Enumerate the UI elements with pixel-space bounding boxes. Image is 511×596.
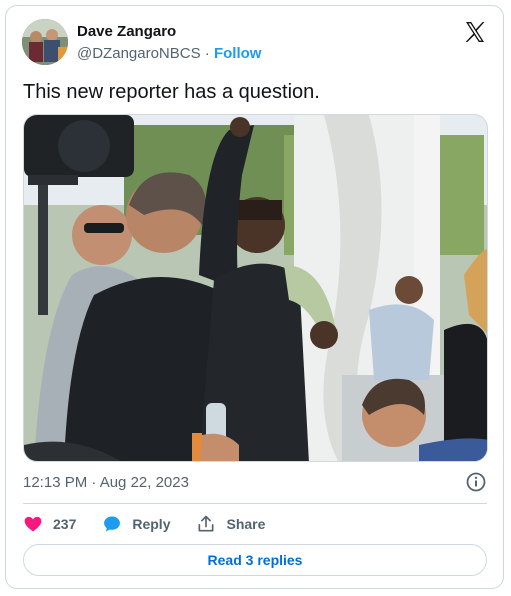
like-count: 237	[53, 516, 77, 532]
author-handle-row: @DZangaroNBCS · Follow	[77, 45, 261, 62]
author-name[interactable]: Dave Zangaro	[77, 23, 176, 40]
action-bar: 237 Reply Share	[23, 512, 291, 536]
tweet-photo[interactable]	[23, 114, 488, 462]
tweet-card: Dave Zangaro @DZangaroNBCS · Follow This…	[5, 5, 504, 589]
like-button[interactable]: 237	[23, 514, 76, 534]
divider	[23, 503, 487, 504]
author-handle[interactable]: @DZangaroNBCS	[77, 45, 201, 62]
handle-separator: ·	[204, 45, 210, 62]
reply-button[interactable]: Reply	[102, 514, 170, 534]
follow-button[interactable]: Follow	[214, 45, 262, 62]
tweet-text: This new reporter has a question.	[23, 81, 320, 103]
heart-icon	[24, 516, 42, 532]
tweet-timestamp[interactable]: 12:13 PM · Aug 22, 2023	[23, 474, 189, 491]
reply-label: Reply	[132, 516, 171, 532]
x-logo-icon[interactable]	[463, 20, 487, 44]
info-icon[interactable]	[465, 471, 487, 493]
author-avatar[interactable]	[22, 19, 68, 65]
speech-bubble-icon	[104, 516, 121, 532]
share-button[interactable]: Share	[196, 514, 265, 534]
avatar-photo	[22, 19, 68, 65]
read-replies-button[interactable]: Read 3 replies	[23, 544, 487, 576]
share-label: Share	[226, 516, 266, 532]
share-upload-icon	[198, 515, 214, 532]
